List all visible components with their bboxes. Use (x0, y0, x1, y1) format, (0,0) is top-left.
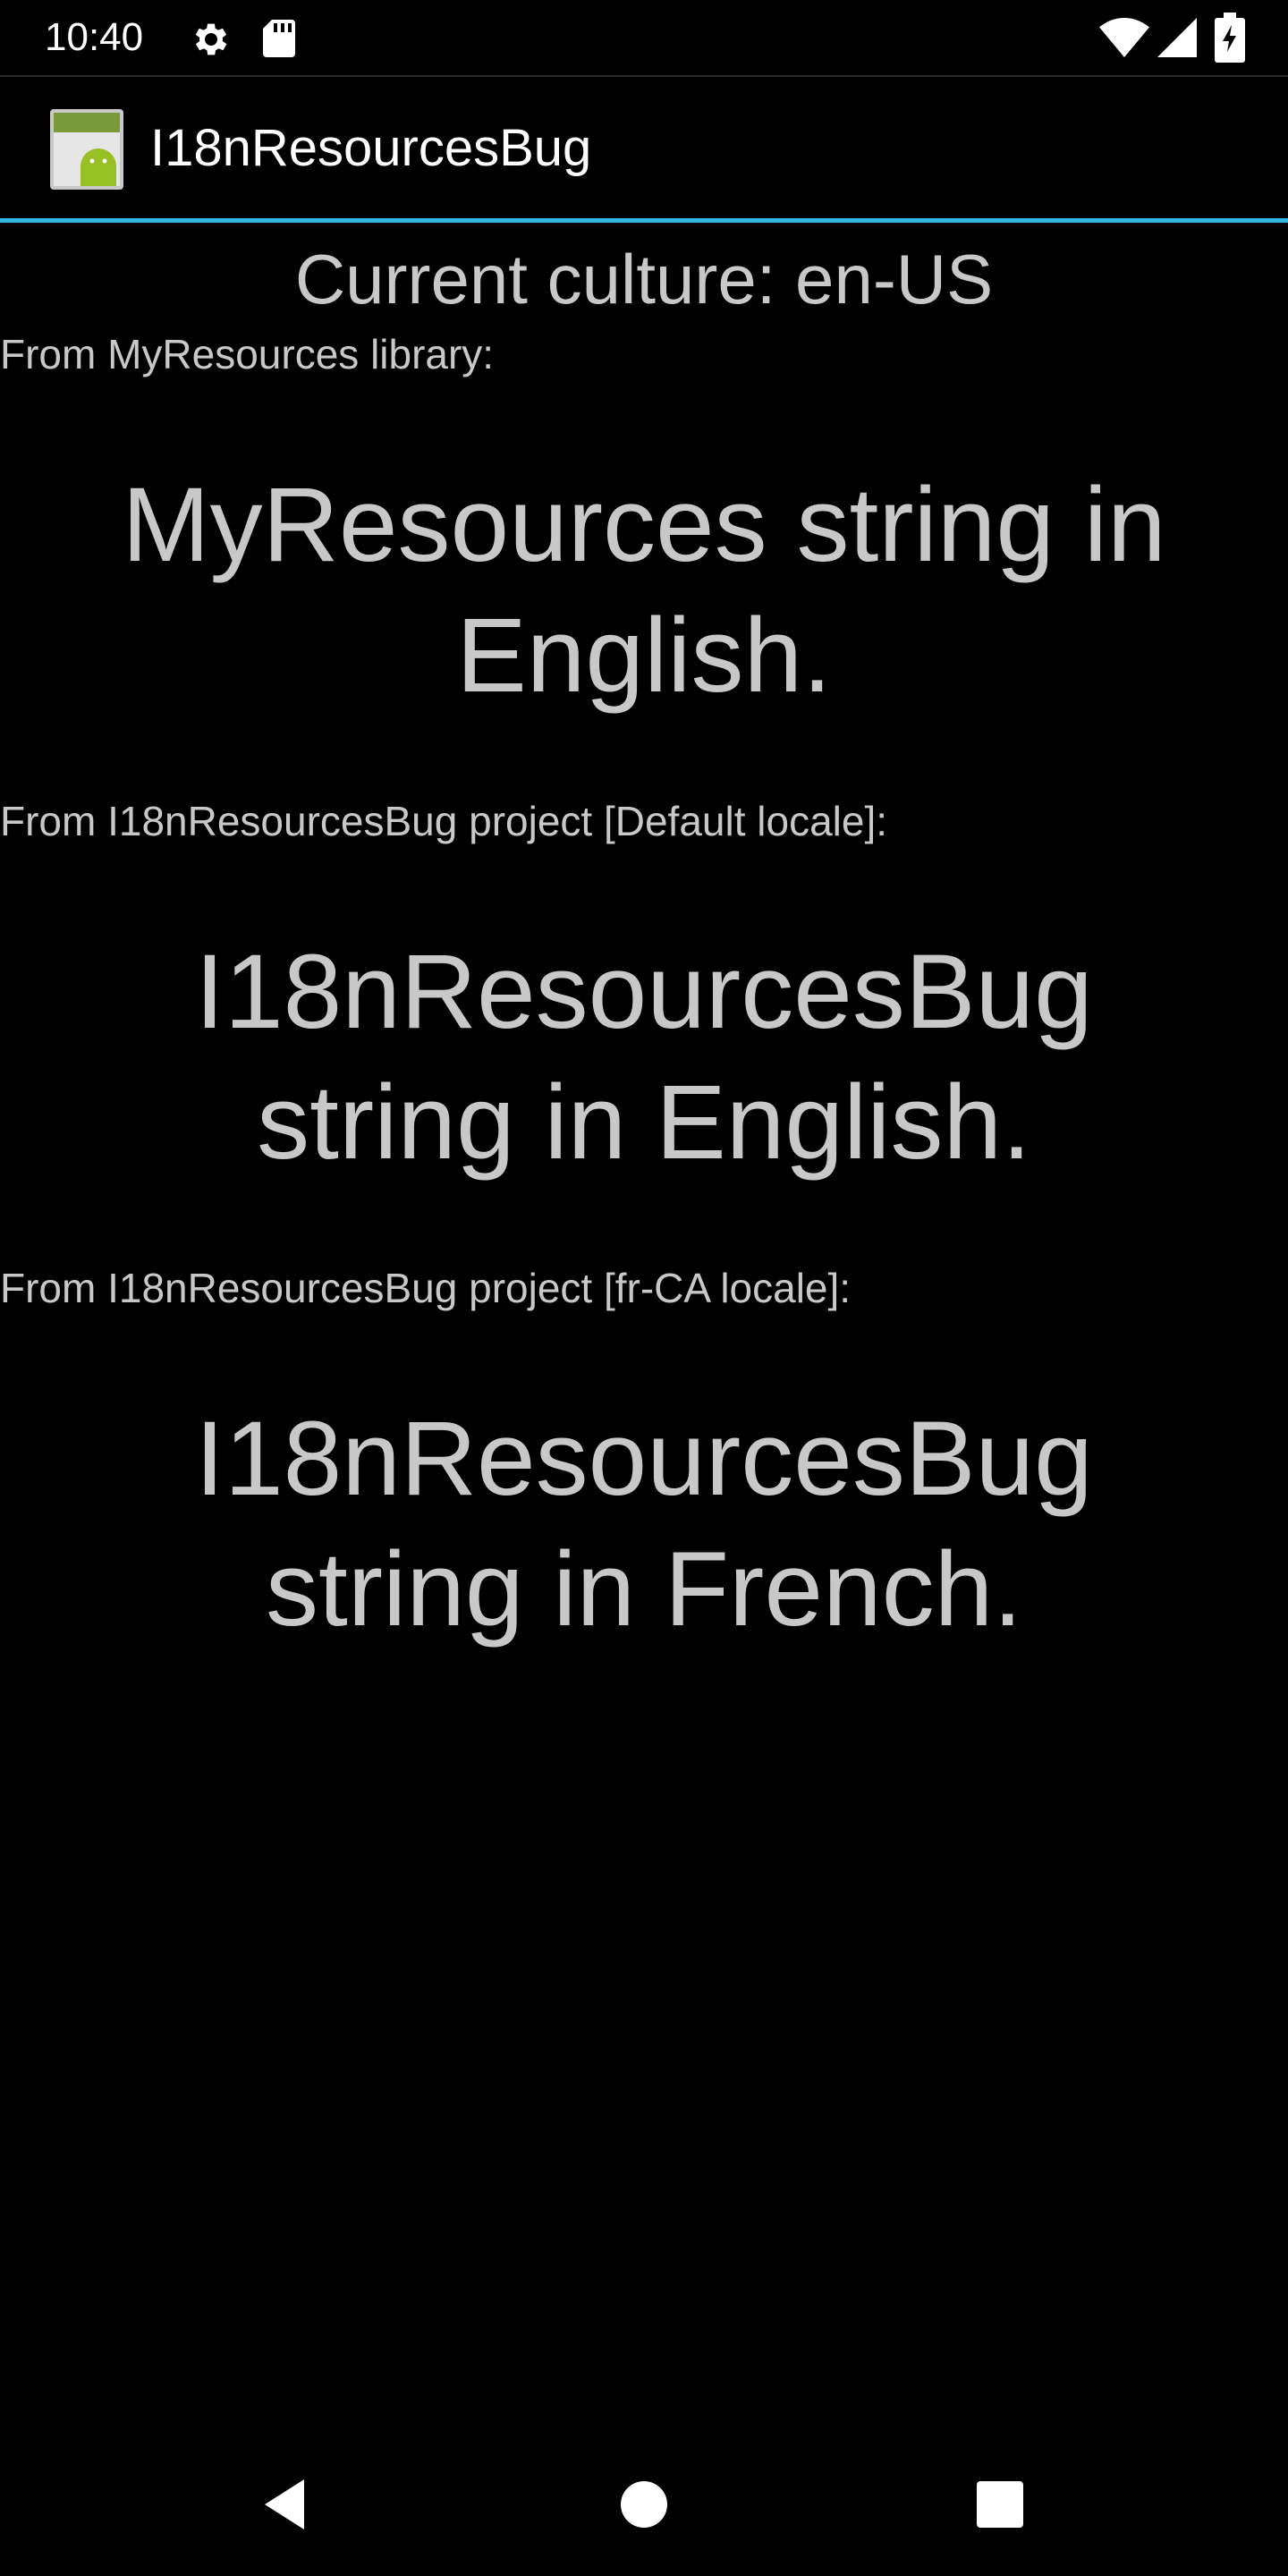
section-text-myresources: MyResources string in English. (122, 466, 1166, 715)
action-bar-accent-line (0, 218, 1288, 223)
sd-card-icon (261, 18, 297, 63)
section-label-default-locale: From I18nResourcesBug project [Default l… (0, 798, 888, 844)
android-app-icon (50, 109, 123, 190)
app-title: I18nResourcesBug (150, 119, 592, 177)
section-label-fr-ca-locale: From I18nResourcesBug project [fr-CA loc… (0, 1265, 852, 1311)
current-culture-label: Current culture: en-US (294, 240, 994, 318)
back-icon[interactable] (250, 2469, 322, 2540)
recents-icon[interactable] (964, 2469, 1036, 2540)
cell-signal-icon (1157, 18, 1197, 61)
section-text-fr-ca-locale: I18nResourcesBug string in French. (195, 1400, 1093, 1648)
section-label-myresources: From MyResources library: (0, 331, 495, 377)
action-bar: I18nResourcesBug (0, 77, 1288, 218)
status-bar: 10:40 (0, 0, 1288, 75)
navigation-bar (0, 2433, 1288, 2576)
battery-charging-icon (1215, 13, 1245, 66)
status-time: 10:40 (45, 15, 144, 59)
wifi-icon (1098, 16, 1150, 63)
settings-icon (190, 18, 233, 64)
section-text-default-locale: I18nResourcesBug string in English. (195, 933, 1093, 1182)
home-icon[interactable] (608, 2469, 680, 2540)
